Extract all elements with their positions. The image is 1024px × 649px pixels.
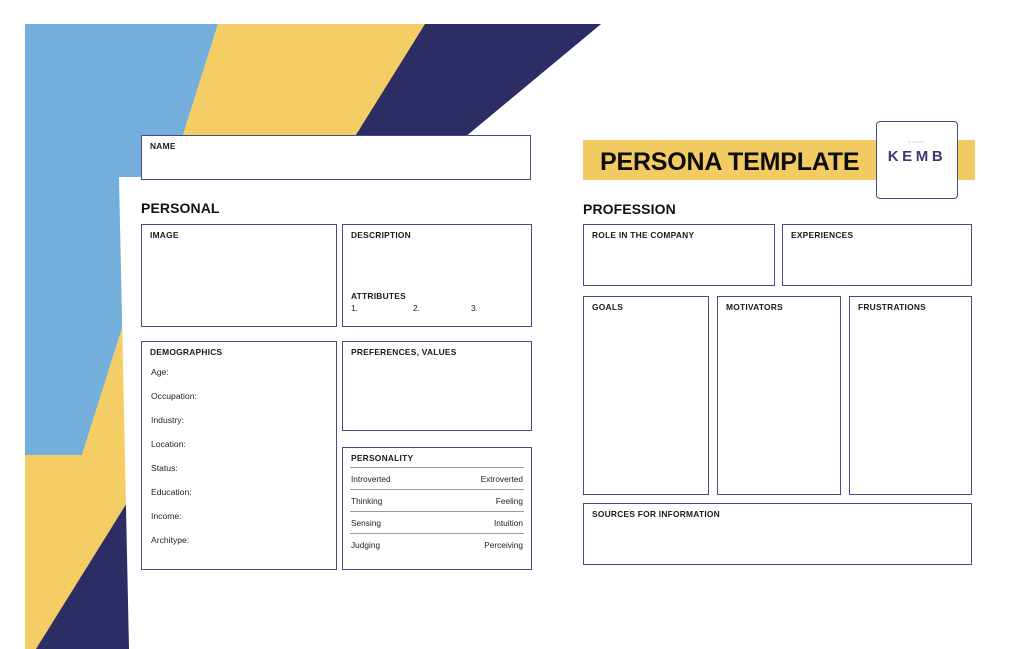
demographics-field-occupation: Occupation: — [151, 390, 197, 401]
demographics-field-location: Location: — [151, 438, 186, 449]
role-in-company-box-label: ROLE IN THE COMPANY — [592, 230, 695, 240]
personality-row-left-label: Sensing — [351, 518, 381, 528]
personality-box-label: PERSONALITY — [351, 453, 414, 463]
personality-spectrum-rows: Introverted Extroverted Thinking Feeling… — [350, 467, 524, 555]
demographics-field-income: Income: — [151, 510, 182, 521]
description-box-label: DESCRIPTION — [351, 230, 411, 240]
profession-section-heading: PROFESSION — [583, 201, 676, 217]
persona-template-page: NAME PERSONAL IMAGE DESCRIPTION ATTRIBUT… — [0, 0, 1024, 649]
image-box-label: IMAGE — [150, 230, 179, 240]
attribute-number-3: 3. — [471, 303, 478, 313]
personality-box[interactable]: PERSONALITY Introverted Extroverted Thin… — [342, 447, 532, 570]
personality-row-left-label: Introverted — [351, 474, 391, 484]
name-box-label: NAME — [150, 141, 176, 151]
demographics-field-list: Age: Occupation: Industry: Location: Sta… — [151, 368, 330, 560]
attributes-label: ATTRIBUTES — [351, 291, 406, 301]
logo-microtext: ▪ ▪▪▪▪▪ — [908, 140, 926, 144]
preferences-values-box-label: PREFERENCES, VALUES — [351, 347, 457, 357]
demographics-field-education: Education: — [151, 486, 192, 497]
frustrations-box-label: FRUSTRATIONS — [858, 302, 926, 312]
sources-for-information-box[interactable]: SOURCES FOR INFORMATION — [583, 503, 972, 565]
description-box[interactable]: DESCRIPTION ATTRIBUTES 1. 2. 3. — [342, 224, 532, 327]
demographics-field-age: Age: — [151, 367, 169, 377]
preferences-values-box[interactable]: PREFERENCES, VALUES — [342, 341, 532, 431]
demographics-field-industry: Industry: — [151, 414, 184, 425]
attributes-row: 1. 2. 3. — [351, 303, 531, 315]
personality-row-right-label: Extroverted — [480, 474, 523, 484]
personality-row-right-label: Perceiving — [484, 540, 523, 550]
brand-logo: ▪ ▪▪▪▪▪ KEMB — [876, 121, 958, 199]
goals-box-label: GOALS — [592, 302, 624, 312]
attribute-number-2: 2. — [413, 303, 420, 313]
motivators-box[interactable]: MOTIVATORS — [717, 296, 841, 495]
goals-box[interactable]: GOALS — [583, 296, 709, 495]
logo-wordmark: KEMB — [887, 148, 947, 165]
personality-row-left-label: Thinking — [351, 496, 383, 506]
attribute-number-1: 1. — [351, 303, 358, 313]
sources-for-information-box-label: SOURCES FOR INFORMATION — [592, 509, 720, 519]
demographics-box[interactable]: DEMOGRAPHICS Age: Occupation: Industry: … — [141, 341, 337, 570]
role-in-company-box[interactable]: ROLE IN THE COMPANY — [583, 224, 775, 286]
motivators-box-label: MOTIVATORS — [726, 302, 783, 312]
personality-row-sensing-intuition[interactable]: Sensing Intuition — [350, 511, 524, 533]
demographics-box-label: DEMOGRAPHICS — [150, 347, 223, 357]
image-box[interactable]: IMAGE — [141, 224, 337, 327]
demographics-field-status: Status: — [151, 462, 178, 473]
page-title: PERSONA TEMPLATE — [600, 148, 860, 176]
personality-row-right-label: Feeling — [495, 496, 523, 506]
demographics-field-architype: Architype: — [151, 534, 190, 545]
personality-row-left-label: Judging — [351, 540, 381, 550]
name-box[interactable]: NAME — [141, 135, 531, 180]
frustrations-box[interactable]: FRUSTRATIONS — [849, 296, 972, 495]
experiences-box-label: EXPERIENCES — [791, 230, 854, 240]
experiences-box[interactable]: EXPERIENCES — [782, 224, 972, 286]
personal-section-heading: PERSONAL — [141, 200, 220, 216]
personality-row-judging-perceiving[interactable]: Judging Perceiving — [350, 533, 524, 555]
personality-row-thinking-feeling[interactable]: Thinking Feeling — [350, 489, 524, 511]
personality-row-right-label: Intuition — [493, 518, 523, 528]
personality-row-introversion[interactable]: Introverted Extroverted — [350, 467, 524, 489]
